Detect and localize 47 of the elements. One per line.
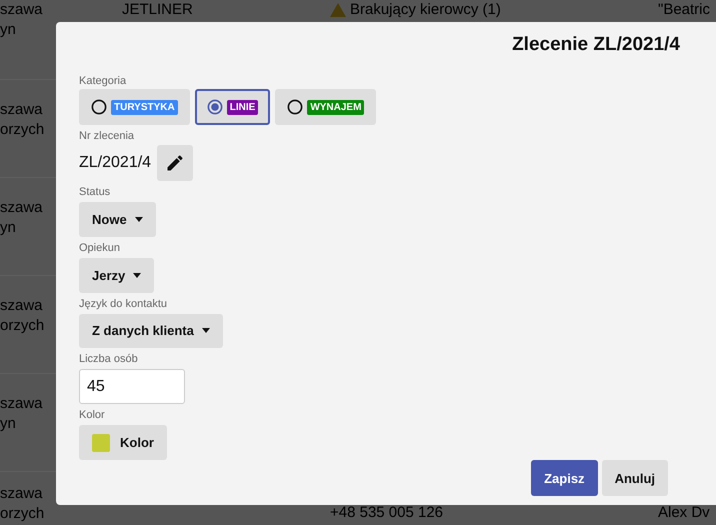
pencil-icon bbox=[165, 153, 186, 173]
table-cell-text: Brakujący kierowcy (1) bbox=[350, 0, 501, 20]
table-cell-text: "Beatric bbox=[658, 0, 710, 20]
category-tag: TURYSTYKA bbox=[111, 100, 178, 114]
field-label: Status bbox=[79, 185, 110, 199]
field-label: Liczba osób bbox=[79, 352, 138, 366]
field-label: Kategoria bbox=[79, 74, 126, 88]
category-tag: LINIE bbox=[226, 100, 258, 114]
edit-button[interactable] bbox=[157, 145, 194, 181]
cancel-button[interactable]: Anuluj bbox=[602, 460, 668, 496]
caret-icon bbox=[134, 216, 143, 222]
radio-icon bbox=[287, 99, 304, 115]
order-number: ZL/2021/4 bbox=[79, 154, 152, 172]
dropdown-button[interactable]: Z danych klienta bbox=[79, 314, 223, 348]
table-cell-text: JETLINER bbox=[122, 0, 193, 20]
category-option[interactable]: LINIE bbox=[194, 89, 270, 125]
caret-icon bbox=[133, 272, 142, 278]
color-button[interactable]: Kolor bbox=[79, 425, 167, 460]
table-cell-text: szawa bbox=[0, 484, 43, 504]
field-label: Nr zlecenia bbox=[79, 129, 134, 143]
table-cell-text: orzych bbox=[0, 504, 44, 524]
table-cell-text: orzych bbox=[0, 316, 44, 336]
radio-icon bbox=[206, 99, 223, 115]
input-field[interactable]: 45 bbox=[79, 369, 185, 404]
field-label: Kolor bbox=[79, 408, 105, 422]
dropdown-button[interactable]: Nowe bbox=[79, 202, 156, 237]
table-cell-text: yn bbox=[0, 414, 16, 434]
radio-icon bbox=[91, 99, 107, 115]
dialog-title: Zlecenie ZL/2021/4 bbox=[512, 34, 680, 56]
category-option[interactable]: TURYSTYKA bbox=[79, 89, 190, 125]
table-cell-text: Alex Dv bbox=[658, 503, 710, 523]
dropdown-button[interactable]: Jerzy bbox=[79, 258, 154, 293]
category-tag: WYNAJEM bbox=[307, 100, 364, 114]
table-cell-text: yn bbox=[0, 20, 16, 40]
table-cell-text: szawa bbox=[0, 198, 43, 218]
table-cell-text: szawa bbox=[0, 394, 43, 414]
field-label: Opiekun bbox=[79, 240, 120, 255]
category-option[interactable]: WYNAJEM bbox=[275, 89, 376, 125]
table-cell-text: yn bbox=[0, 218, 16, 238]
table-cell-text: szawa bbox=[0, 0, 43, 20]
field-label: Język do kontaktu bbox=[79, 296, 168, 311]
save-button[interactable]: Zapisz bbox=[531, 460, 598, 496]
table-cell-text: orzych bbox=[0, 120, 44, 140]
caret-icon bbox=[202, 328, 210, 334]
table-cell-text: szawa bbox=[0, 296, 43, 316]
table-cell-text: szawa bbox=[0, 100, 43, 120]
table-cell-text: +48 535 005 126 bbox=[330, 503, 444, 523]
